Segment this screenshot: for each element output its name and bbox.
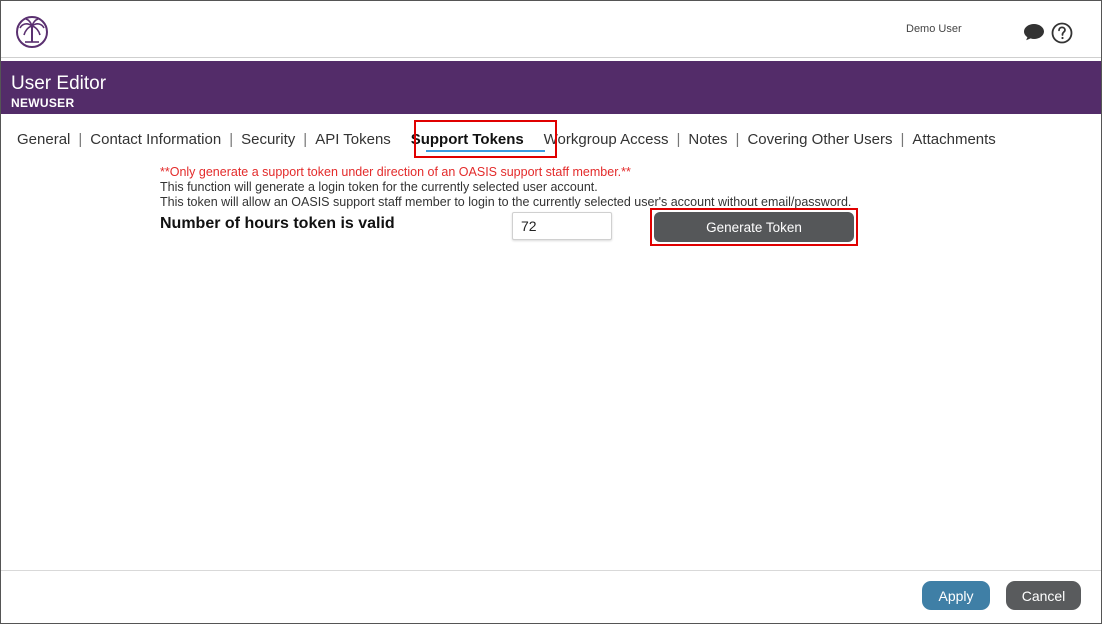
tab-separator: | bbox=[676, 130, 681, 148]
page-title: User Editor bbox=[11, 73, 107, 94]
tab-workgroup-access[interactable]: Workgroup Access bbox=[544, 131, 669, 148]
current-user-name[interactable]: Demo User bbox=[906, 23, 962, 35]
tab-contact-information[interactable]: Contact Information bbox=[90, 131, 221, 148]
support-token-description: This token will allow an OASIS support s… bbox=[160, 195, 852, 209]
tab-separator: | bbox=[303, 130, 308, 148]
active-tab-highlight-box bbox=[414, 120, 557, 158]
tab-separator: | bbox=[735, 130, 740, 148]
page-subtitle: NEWUSER bbox=[11, 96, 75, 110]
cancel-button[interactable]: Cancel bbox=[1006, 581, 1081, 610]
tab-covering-other-users[interactable]: Covering Other Users bbox=[747, 131, 892, 148]
top-bar: Demo User bbox=[1, 1, 1101, 58]
tab-separator: | bbox=[229, 130, 234, 148]
active-tab-underline bbox=[426, 150, 545, 152]
apply-button[interactable]: Apply bbox=[922, 581, 990, 610]
tab-security[interactable]: Security bbox=[241, 131, 295, 148]
palm-tree-logo-icon[interactable] bbox=[15, 15, 49, 49]
tab-general[interactable]: General bbox=[17, 131, 70, 148]
page-header: User Editor NEWUSER bbox=[1, 61, 1101, 114]
tab-notes[interactable]: Notes bbox=[688, 131, 727, 148]
tab-separator: | bbox=[900, 130, 905, 148]
generate-token-button[interactable]: Generate Token bbox=[654, 212, 854, 242]
tab-api-tokens[interactable]: API Tokens bbox=[315, 131, 391, 148]
footer-divider bbox=[1, 570, 1101, 571]
support-token-warning: **Only generate a support token under di… bbox=[160, 165, 631, 179]
chat-bubble-icon[interactable] bbox=[1023, 23, 1045, 41]
tab-attachments[interactable]: Attachments bbox=[912, 131, 995, 148]
tab-separator: | bbox=[78, 130, 83, 148]
hours-valid-label: Number of hours token is valid bbox=[160, 215, 395, 232]
support-token-description: This function will generate a login toke… bbox=[160, 180, 598, 194]
help-circle-icon[interactable] bbox=[1051, 22, 1073, 44]
hours-valid-input[interactable] bbox=[512, 212, 612, 240]
